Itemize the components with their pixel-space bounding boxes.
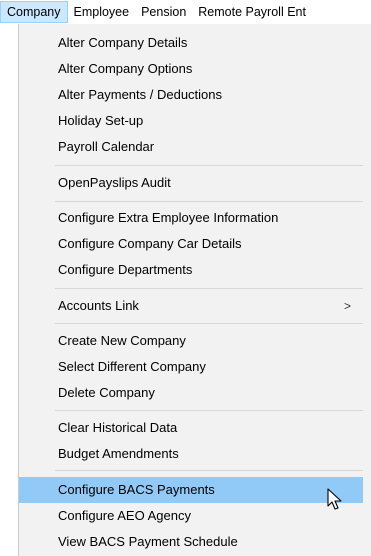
- menu-item-view-bacs-payment-schedule[interactable]: View BACS Payment Schedule: [19, 529, 363, 555]
- menu-item-accounts-link[interactable]: Accounts Link >: [19, 293, 363, 319]
- menu-item-clear-historical-data[interactable]: Clear Historical Data: [19, 415, 363, 441]
- menu-item-label: Accounts Link: [58, 298, 139, 313]
- mouse-pointer-icon: [327, 488, 342, 510]
- menu-item-select-different-company[interactable]: Select Different Company: [19, 354, 363, 380]
- menu-item-delete-company[interactable]: Delete Company: [19, 380, 363, 406]
- menu-item-configure-bacs-payments[interactable]: Configure BACS Payments: [19, 477, 363, 503]
- menu-item-create-new-company[interactable]: Create New Company: [19, 328, 363, 354]
- menubar-remote-payroll[interactable]: Remote Payroll Ent: [192, 1, 312, 23]
- menu-item-alter-company-details[interactable]: Alter Company Details: [19, 30, 363, 56]
- menu-item-payroll-calendar[interactable]: Payroll Calendar: [19, 134, 363, 160]
- menu-separator: [55, 323, 363, 324]
- company-dropdown-menu: Alter Company Details Alter Company Opti…: [18, 24, 371, 556]
- menu-item-configure-company-car-details[interactable]: Configure Company Car Details: [19, 231, 363, 257]
- menubar-employee[interactable]: Employee: [68, 1, 136, 23]
- menu-item-budget-amendments[interactable]: Budget Amendments: [19, 441, 363, 467]
- chevron-right-icon: >: [343, 299, 351, 313]
- menubar-company[interactable]: Company: [0, 1, 68, 23]
- menu-item-configure-aeo-agency[interactable]: Configure AEO Agency: [19, 503, 363, 529]
- menubar-pension[interactable]: Pension: [135, 1, 192, 23]
- menu-bar: Company Employee Pension Remote Payroll …: [0, 0, 371, 24]
- menu-item-alter-payments-deductions[interactable]: Alter Payments / Deductions: [19, 82, 363, 108]
- menu-item-alter-company-options[interactable]: Alter Company Options: [19, 56, 363, 82]
- menu-item-holiday-setup[interactable]: Holiday Set-up: [19, 108, 363, 134]
- menu-separator: [55, 470, 363, 471]
- menu-separator: [55, 288, 363, 289]
- menu-item-configure-extra-employee-information[interactable]: Configure Extra Employee Information: [19, 205, 363, 231]
- menu-item-configure-departments[interactable]: Configure Departments: [19, 257, 363, 283]
- menu-separator: [55, 165, 363, 166]
- menu-item-openpayslips-audit[interactable]: OpenPayslips Audit: [19, 170, 363, 196]
- menu-separator: [55, 201, 363, 202]
- menu-separator: [55, 410, 363, 411]
